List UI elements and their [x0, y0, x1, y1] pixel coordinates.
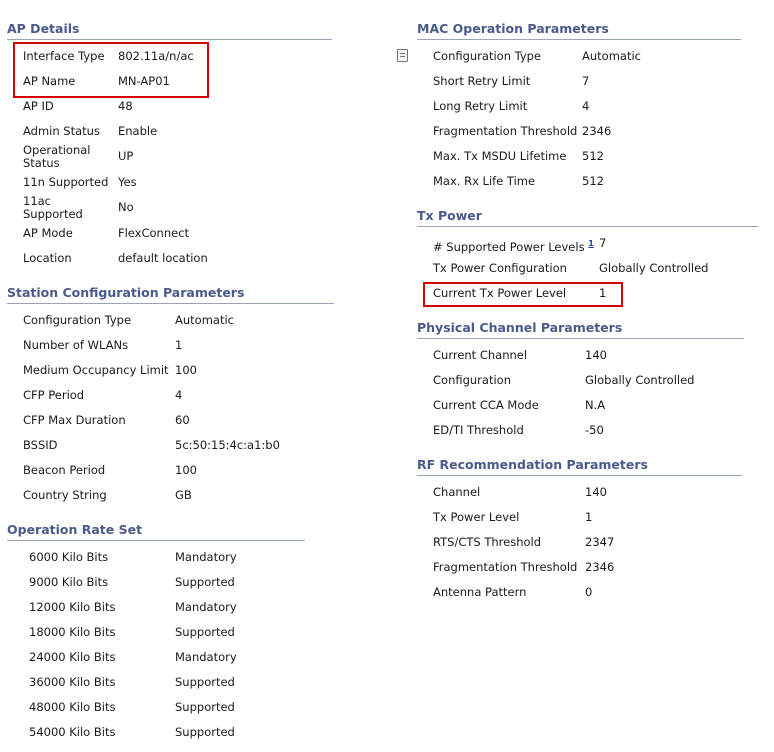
tx-power-configuration-label: Tx Power Configuration [433, 261, 567, 275]
physical-channel-divider [417, 338, 744, 339]
details-list-icon[interactable] [397, 49, 408, 62]
mac-operation-divider [417, 39, 741, 40]
rf-channel-label: Channel [433, 485, 481, 499]
11ac-supported-label: 11ac Supported [23, 194, 83, 221]
ap-details-divider [7, 39, 332, 40]
operation-rate-title: Operation Rate Set [7, 522, 143, 537]
number-of-wlans-label: Number of WLANs [23, 338, 129, 352]
max-rx-life-time-value: 512 [582, 174, 604, 188]
supported-power-levels-value: 7 [599, 236, 607, 250]
rts-cts-threshold-value: 2347 [585, 535, 615, 549]
bssid-label: BSSID [23, 438, 58, 452]
ap-id-value: 48 [118, 99, 133, 113]
tx-power-title: Tx Power [417, 208, 482, 223]
antenna-pattern-value: 0 [585, 585, 593, 599]
mac-config-type-label: Configuration Type [433, 49, 542, 63]
supported-power-levels-label: # Supported Power Levels 1 [433, 237, 594, 254]
beacon-period-value: 100 [175, 463, 197, 477]
rate-18000-value: Supported [175, 625, 235, 639]
station-config-divider [7, 303, 334, 304]
cfp-max-duration-label: CFP Max Duration [23, 413, 126, 427]
ap-identity-highlight-box [13, 42, 209, 98]
rate-12000-value: Mandatory [175, 600, 237, 614]
rf-fragmentation-threshold-label: Fragmentation Threshold [433, 560, 578, 574]
mac-config-type-value: Automatic [582, 49, 641, 63]
rf-tx-power-level-label: Tx Power Level [433, 510, 520, 524]
medium-occupancy-limit-label: Medium Occupancy Limit [23, 363, 169, 377]
beacon-period-label: Beacon Period [23, 463, 106, 477]
ap-mode-value: FlexConnect [118, 226, 190, 240]
ap-details-title: AP Details [7, 21, 80, 36]
long-retry-limit-label: Long Retry Limit [433, 99, 528, 113]
short-retry-limit-label: Short Retry Limit [433, 74, 531, 88]
mac-fragmentation-threshold-label: Fragmentation Threshold [433, 124, 578, 138]
rate-18000-label: 18000 Kilo Bits [29, 625, 116, 639]
bssid-value: 5c:50:15:4c:a1:b0 [175, 438, 280, 452]
tx-power-level-highlight-box [423, 282, 623, 307]
cfp-max-duration-value: 60 [175, 413, 190, 427]
operation-rate-divider [7, 540, 305, 541]
rts-cts-threshold-label: RTS/CTS Threshold [433, 535, 542, 549]
rf-tx-power-level-value: 1 [585, 510, 593, 524]
rate-48000-label: 48000 Kilo Bits [29, 700, 116, 714]
rf-recommendation-title: RF Recommendation Parameters [417, 457, 648, 472]
rf-recommendation-divider [417, 475, 742, 476]
operational-status-label: Operational Status [23, 143, 91, 170]
number-of-wlans-value: 1 [175, 338, 183, 352]
current-channel-label: Current Channel [433, 348, 528, 362]
rate-12000-label: 12000 Kilo Bits [29, 600, 116, 614]
max-tx-msdu-lifetime-value: 512 [582, 149, 604, 163]
tx-power-configuration-value: Globally Controlled [599, 261, 709, 275]
station-config-type-label: Configuration Type [23, 313, 132, 327]
ed-ti-threshold-value: -50 [585, 423, 604, 437]
location-label: Location [23, 251, 72, 265]
cfp-period-label: CFP Period [23, 388, 85, 402]
rate-54000-label: 54000 Kilo Bits [29, 725, 116, 739]
rate-6000-label: 6000 Kilo Bits [29, 550, 109, 564]
rate-9000-value: Supported [175, 575, 235, 589]
short-retry-limit-value: 7 [582, 74, 590, 88]
rate-54000-value: Supported [175, 725, 235, 739]
station-config-type-value: Automatic [175, 313, 234, 327]
ap-mode-label: AP Mode [23, 226, 73, 240]
medium-occupancy-limit-value: 100 [175, 363, 197, 377]
current-cca-mode-value: N.A [585, 398, 606, 412]
rate-24000-value: Mandatory [175, 650, 237, 664]
admin-status-value: Enable [118, 124, 158, 138]
cfp-period-value: 4 [175, 388, 183, 402]
country-string-value: GB [175, 488, 192, 502]
channel-configuration-label: Configuration [433, 373, 511, 387]
channel-configuration-value: Globally Controlled [585, 373, 695, 387]
admin-status-label: Admin Status [23, 124, 100, 138]
antenna-pattern-label: Antenna Pattern [433, 585, 527, 599]
11n-supported-label: 11n Supported [23, 175, 109, 189]
11ac-supported-value: No [118, 200, 134, 214]
mac-operation-title: MAC Operation Parameters [417, 21, 609, 36]
long-retry-limit-value: 4 [582, 99, 590, 113]
mac-fragmentation-threshold-value: 2346 [582, 124, 612, 138]
max-rx-life-time-label: Max. Rx Life Time [433, 174, 536, 188]
location-value: default location [118, 251, 208, 265]
tx-power-divider [417, 226, 758, 227]
station-config-title: Station Configuration Parameters [7, 285, 245, 300]
rate-48000-value: Supported [175, 700, 235, 714]
max-tx-msdu-lifetime-label: Max. Tx MSDU Lifetime [433, 149, 567, 163]
rf-fragmentation-threshold-value: 2346 [585, 560, 615, 574]
supported-power-levels-label-text: # Supported Power Levels [433, 239, 585, 254]
rf-channel-value: 140 [585, 485, 607, 499]
footnote-link[interactable]: 1 [588, 239, 594, 248]
rate-9000-label: 9000 Kilo Bits [29, 575, 109, 589]
rate-36000-label: 36000 Kilo Bits [29, 675, 116, 689]
ap-id-label: AP ID [23, 99, 54, 113]
current-cca-mode-label: Current CCA Mode [433, 398, 539, 412]
physical-channel-title: Physical Channel Parameters [417, 320, 623, 335]
operational-status-value: UP [118, 149, 134, 163]
rate-36000-value: Supported [175, 675, 235, 689]
current-channel-value: 140 [585, 348, 607, 362]
country-string-label: Country String [23, 488, 107, 502]
rate-6000-value: Mandatory [175, 550, 237, 564]
ed-ti-threshold-label: ED/TI Threshold [433, 423, 524, 437]
11n-supported-value: Yes [118, 175, 137, 189]
rate-24000-label: 24000 Kilo Bits [29, 650, 116, 664]
